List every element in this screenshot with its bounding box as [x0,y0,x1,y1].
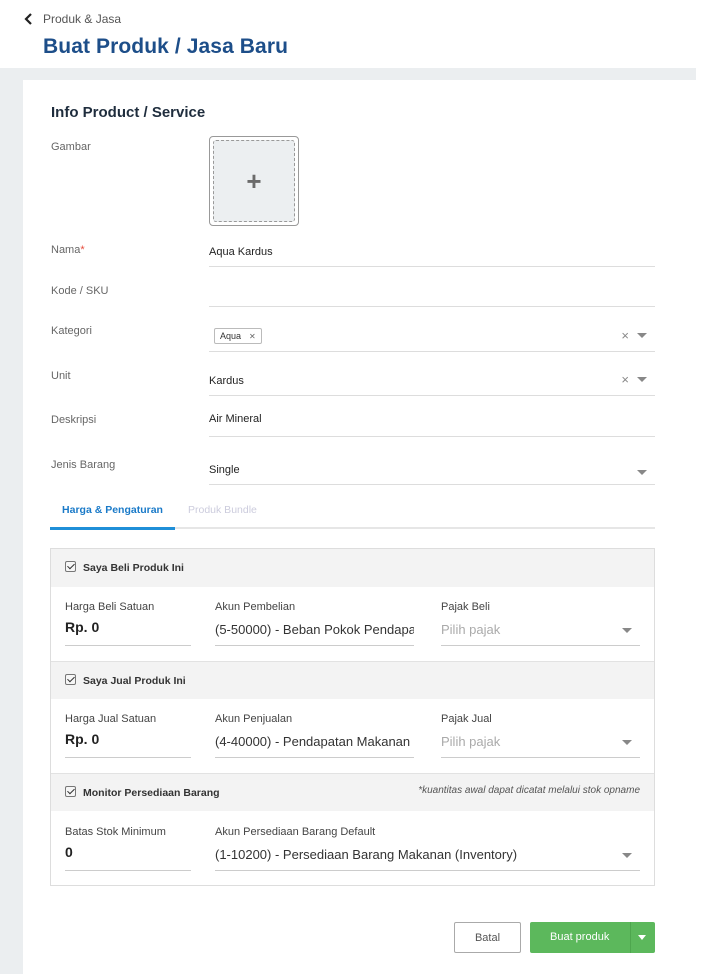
item-type-select[interactable]: Single [209,452,655,485]
inventory-account-select[interactable]: (1-10200) - Persediaan Barang Makanan (I… [215,844,640,871]
item-type-value: Single [209,464,240,476]
image-label: Gambar [51,141,91,153]
inventory-section-header: Monitor Persediaan Barang *kuantitas awa… [51,773,654,811]
sell-tax-placeholder: Pilih pajak [441,734,501,749]
inventory-note: *kuantitas awal dapat dicatat melalui st… [418,785,640,796]
inventory-account-label: Akun Persediaan Barang Default [215,826,376,838]
buy-tax-label: Pajak Beli [441,601,490,613]
section-title: Info Product / Service [51,104,206,121]
min-stock-input[interactable]: 0 [65,844,191,871]
buy-checkbox-label: Saya Beli Produk Ini [83,562,184,574]
sales-account-value: (4-40000) - Pendapatan Makanan [215,734,411,749]
sku-label: Kode / SKU [51,285,109,297]
description-input-value: Air Mineral [209,413,262,425]
item-type-controls [637,470,647,475]
buy-tax-placeholder: Pilih pajak [441,622,501,637]
caret-down-icon[interactable] [637,333,647,338]
sell-price-label: Harga Jual Satuan [65,713,157,725]
purchase-account-select[interactable]: (5-50000) - Beban Pokok Pendapa [215,619,414,646]
tab-bar: Harga & Pengaturan Produk Bundle [50,496,655,530]
remove-tag-icon[interactable]: ✕ [249,332,256,341]
page-header: Produk & Jasa Buat Produk / Jasa Baru [0,0,703,68]
button-divider [630,922,631,953]
tab-harga-pengaturan[interactable]: Harga & Pengaturan [50,496,175,530]
sell-price-input[interactable]: Rp. 0 [65,731,191,758]
name-label-text: Nama [51,244,81,256]
unit-controls: × [621,373,647,386]
page-title: Buat Produk / Jasa Baru [43,35,289,58]
buy-price-input[interactable]: Rp. 0 [65,619,191,646]
sku-input[interactable] [209,276,655,307]
purchase-account-value: (5-50000) - Beban Pokok Pendapa [215,622,414,637]
unit-select[interactable]: Kardus × [209,363,655,396]
name-input[interactable]: Aqua Kardus [209,236,655,267]
unit-label: Unit [51,370,71,382]
pricing-panel: Saya Beli Produk Ini Harga Beli Satuan R… [50,548,655,886]
create-product-button[interactable]: Buat produk [530,922,655,953]
caret-down-icon [622,740,632,745]
item-type-label: Jenis Barang [51,459,116,471]
sell-checkbox[interactable] [65,674,76,685]
min-stock-label: Batas Stok Minimum [65,826,166,838]
chevron-left-icon [24,13,32,25]
sell-section-header: Saya Jual Produk Ini [51,661,654,699]
name-input-value: Aqua Kardus [209,246,273,258]
sell-checkbox-label: Saya Jual Produk Ini [83,675,186,687]
inventory-account-value: (1-10200) - Persediaan Barang Makanan (I… [215,847,518,862]
sell-tax-select[interactable]: Pilih pajak [441,731,640,758]
clear-icon[interactable]: × [621,373,629,386]
caret-down-icon [622,853,632,858]
caret-down-icon[interactable] [637,377,647,382]
tab-produk-bundle[interactable]: Produk Bundle [188,496,257,529]
inventory-checkbox[interactable] [65,786,76,797]
unit-select-value: Kardus [209,375,244,387]
back-link[interactable]: Produk & Jasa [24,12,121,26]
sales-account-select[interactable]: (4-40000) - Pendapatan Makanan [215,731,414,758]
required-asterisk: * [80,244,85,256]
caret-down-icon[interactable] [637,470,647,475]
buy-tax-select[interactable]: Pilih pajak [441,619,640,646]
clear-icon[interactable]: × [621,329,629,342]
purchase-account-label: Akun Pembelian [215,601,296,613]
buy-price-label: Harga Beli Satuan [65,601,155,613]
sell-tax-label: Pajak Jual [441,713,492,725]
back-link-label: Produk & Jasa [43,12,122,26]
cancel-button[interactable]: Batal [454,922,521,953]
category-tag-label: Aqua [220,331,242,341]
buy-section-header: Saya Beli Produk Ini [51,549,654,587]
buy-checkbox[interactable] [65,561,76,572]
caret-down-icon [622,628,632,633]
description-input[interactable]: Air Mineral [209,404,655,437]
inventory-checkbox-label: Monitor Persediaan Barang [83,787,220,799]
name-label: Nama* [51,244,85,256]
description-label: Deskripsi [51,414,97,426]
create-product-label: Buat produk [550,931,610,943]
category-select[interactable]: Aqua ✕ × [209,318,655,352]
image-upload[interactable]: + [209,136,299,226]
category-tag: Aqua ✕ [214,328,262,344]
caret-down-icon[interactable] [638,935,646,940]
category-label: Kategori [51,325,92,337]
category-controls: × [621,329,647,342]
plus-icon: + [213,140,295,222]
sales-account-label: Akun Penjualan [215,713,293,725]
